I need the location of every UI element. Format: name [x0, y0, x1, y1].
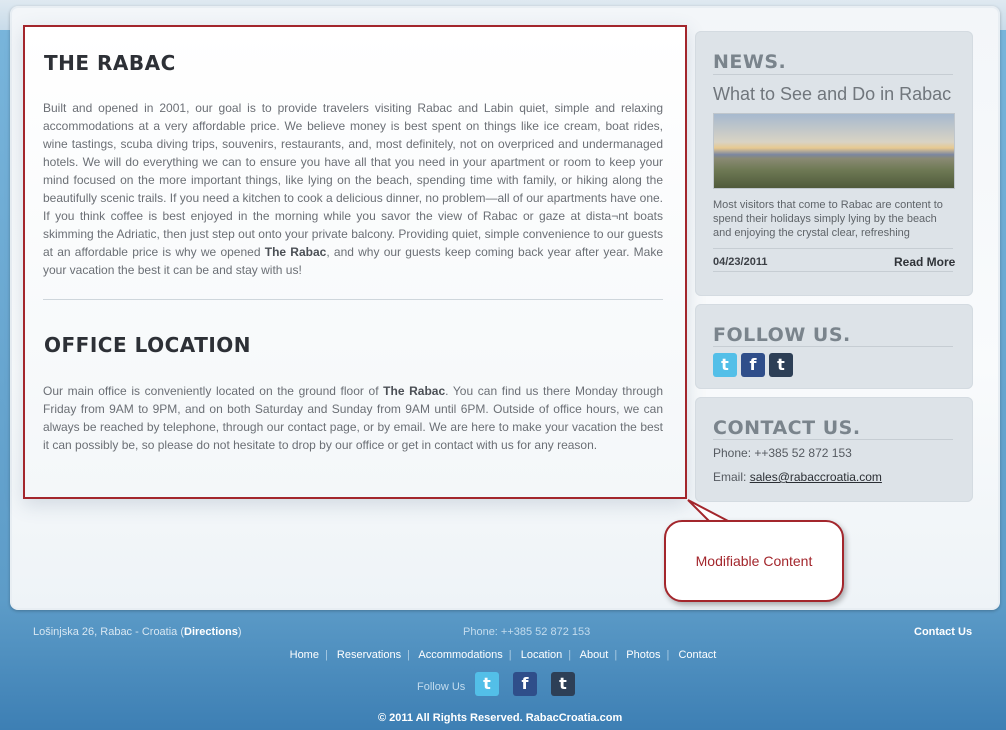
email-link[interactable]: sales@rabaccroatia.com	[750, 470, 882, 484]
callout-label: Modifiable Content	[695, 553, 813, 569]
footer-contact-link[interactable]: Contact Us	[914, 626, 972, 638]
section-title-office-location: OFFICE LOCATION	[44, 333, 252, 357]
read-more-link[interactable]: Read More	[894, 255, 955, 269]
follow-heading: FOLLOW US.	[713, 324, 851, 346]
nav-separator: |	[666, 649, 670, 661]
section-text-the-rabac: Built and opened in 2001, our goal is to…	[43, 101, 663, 277]
follow-widget: FOLLOW US. t f t	[695, 304, 973, 389]
divider	[713, 271, 953, 272]
nav-separator: |	[407, 649, 410, 661]
news-widget: NEWS. What to See and Do in Rabac Most v…	[695, 31, 973, 296]
footer-copyright: © 2011 All Rights Reserved. RabacCroatia…	[378, 712, 623, 724]
divider	[713, 346, 953, 347]
contact-widget: CONTACT US. Phone: ++385 52 872 153 Emai…	[695, 397, 973, 502]
section-title-the-rabac: THE RABAC	[44, 51, 176, 75]
modifiable-content-callout: Modifiable Content	[664, 520, 844, 602]
news-article-image[interactable]	[713, 113, 955, 189]
footer-tumblr-icon[interactable]: t	[551, 672, 575, 696]
nav-accommodations[interactable]: Accommodations	[418, 649, 502, 661]
contact-heading: CONTACT US.	[713, 417, 861, 439]
nav-reservations[interactable]: Reservations	[337, 649, 401, 661]
tumblr-icon[interactable]: t	[769, 353, 793, 377]
nav-photos[interactable]: Photos	[626, 649, 660, 661]
news-article-excerpt: Most visitors that come to Rabac are con…	[713, 199, 943, 239]
nav-separator: |	[508, 649, 512, 661]
contact-phone: Phone: ++385 52 872 153	[713, 446, 852, 460]
footer-twitter-icon[interactable]: t	[475, 672, 499, 696]
news-article-title[interactable]: What to See and Do in Rabac	[713, 84, 951, 105]
footer-phone: Phone: ++385 52 872 153	[463, 626, 591, 638]
footer-facebook-icon[interactable]: f	[513, 672, 537, 696]
nav-location[interactable]: Location	[521, 649, 563, 661]
directions-link[interactable]: Directions	[184, 626, 238, 638]
nav-separator: |	[324, 649, 328, 661]
footer-nav: Home | Reservations | Accommodations | Loca…	[0, 649, 1006, 661]
news-article-date: 04/23/2011	[713, 256, 768, 268]
nav-separator: |	[568, 649, 572, 661]
divider	[713, 74, 953, 75]
divider	[713, 439, 953, 440]
nav-separator: |	[614, 649, 618, 661]
section-divider	[43, 299, 663, 300]
footer-follow-label: Follow Us	[417, 681, 466, 693]
section-text-office-location: Our main office is conveniently located …	[43, 384, 664, 452]
divider	[713, 248, 953, 249]
nav-about[interactable]: About	[580, 649, 609, 661]
twitter-icon[interactable]: t	[713, 353, 737, 377]
nav-contact[interactable]: Contact	[678, 649, 716, 661]
footer-address: Lošinjska 26, Rabac - Croatia (Direction…	[33, 626, 242, 638]
contact-email: Email: sales@rabaccroatia.com	[713, 470, 882, 484]
news-heading: NEWS.	[713, 51, 787, 73]
facebook-icon[interactable]: f	[741, 353, 765, 377]
nav-home[interactable]: Home	[290, 649, 319, 661]
